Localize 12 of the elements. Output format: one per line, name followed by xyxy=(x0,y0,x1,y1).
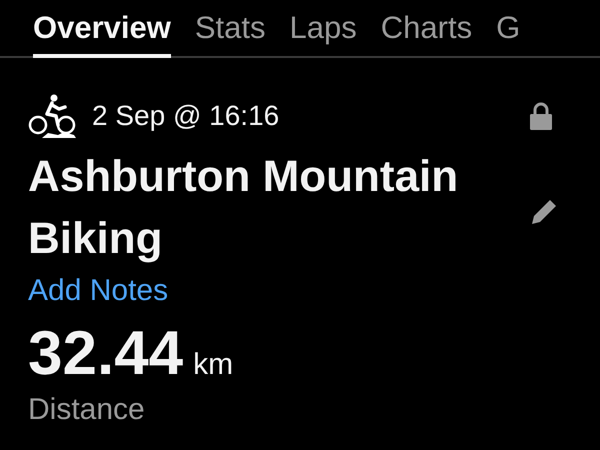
add-notes-link[interactable]: Add Notes xyxy=(28,274,168,308)
tab[interactable]: Overview xyxy=(33,10,171,58)
distance-label: Distance xyxy=(28,393,146,427)
tab[interactable]: Laps xyxy=(290,10,357,58)
mountain-bike-icon xyxy=(28,94,76,138)
tab[interactable]: G xyxy=(496,10,520,58)
tab[interactable]: Stats xyxy=(194,10,266,58)
activity-date: 2 Sep @ 16:16 xyxy=(92,100,280,132)
distance-value: 32.44 xyxy=(28,318,184,389)
distance-unit: km xyxy=(193,348,234,382)
tab[interactable]: Charts xyxy=(380,10,472,58)
activity-title: Ashburton Mountain Biking xyxy=(28,151,460,265)
